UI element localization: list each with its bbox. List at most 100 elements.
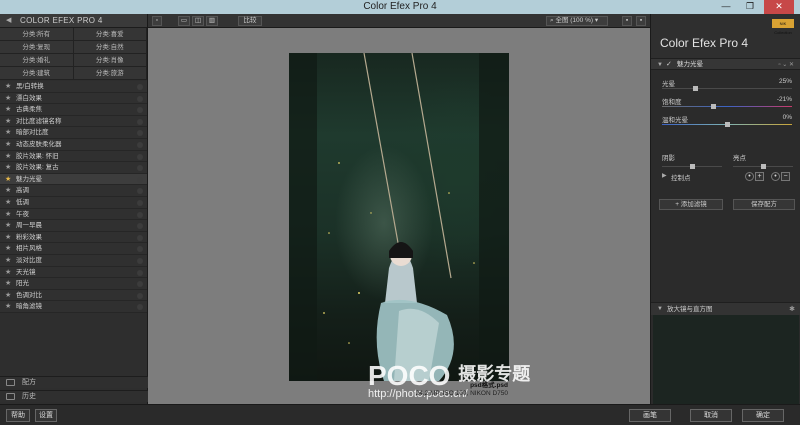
close-button[interactable]: ✕ bbox=[764, 0, 794, 14]
preview-eye-icon[interactable] bbox=[137, 153, 143, 160]
favorite-star-icon[interactable]: ★ bbox=[5, 104, 11, 116]
filter-item[interactable]: ★ 古典柔焦 bbox=[0, 104, 147, 116]
filter-item[interactable]: ★ 相片风格 bbox=[0, 243, 147, 255]
section-tools-icon[interactable]: ▫ ⌄ ✕ bbox=[778, 59, 794, 71]
settings-button[interactable]: 设置 bbox=[35, 409, 57, 422]
save-recipe-button[interactable]: 保存配方 bbox=[733, 199, 795, 210]
split-view-icon[interactable]: ◫ bbox=[192, 16, 204, 26]
favorite-star-icon[interactable]: ★ bbox=[5, 267, 11, 279]
favorite-star-icon[interactable]: ★ bbox=[5, 220, 11, 232]
category-portrait[interactable]: 分类:肖像 bbox=[73, 54, 147, 67]
brush-button[interactable]: 画笔 bbox=[629, 409, 671, 422]
filter-item[interactable]: ★ 天光镜 bbox=[0, 266, 147, 279]
preview-eye-icon[interactable] bbox=[137, 141, 143, 148]
preview-eye-icon[interactable] bbox=[137, 269, 143, 276]
recipes-section[interactable]: 配方 bbox=[0, 376, 148, 388]
filter-item[interactable]: ★ 胶片效果: 复古 bbox=[0, 162, 147, 174]
preview-eye-icon[interactable] bbox=[137, 211, 143, 218]
preview-eye-icon[interactable] bbox=[137, 246, 143, 253]
highlights-control[interactable]: 亮点 bbox=[733, 152, 793, 169]
add-negative-point-icon[interactable]: • bbox=[771, 172, 780, 181]
slider-track[interactable] bbox=[662, 104, 792, 109]
preview-eye-icon[interactable] bbox=[137, 188, 143, 195]
single-view-icon[interactable]: ▭ bbox=[178, 16, 190, 26]
preview-eye-icon[interactable] bbox=[137, 130, 143, 137]
cancel-button[interactable]: 取消 bbox=[690, 409, 732, 422]
preview-eye-icon[interactable] bbox=[137, 84, 143, 90]
preview-eye-icon[interactable] bbox=[137, 118, 143, 125]
filter-item[interactable]: ★ 暗角滤镜 bbox=[0, 301, 147, 313]
category-favorites[interactable]: 分类:复现 bbox=[0, 41, 74, 54]
filter-item[interactable]: ★ 魅力光晕 bbox=[0, 173, 147, 186]
preview-eye-icon[interactable] bbox=[137, 292, 143, 299]
favorite-star-icon[interactable]: ★ bbox=[5, 243, 11, 255]
favorite-star-icon[interactable]: ★ bbox=[5, 278, 11, 290]
slider-knob[interactable] bbox=[692, 86, 698, 91]
maximize-button[interactable]: ❐ bbox=[740, 0, 760, 14]
panel-header[interactable]: ◀ COLOR EFEX PRO 4 bbox=[0, 14, 147, 28]
toggle-panel-icon[interactable]: ▫ bbox=[152, 16, 162, 26]
filter-item[interactable]: ★ 淡对比度 bbox=[0, 254, 147, 267]
preview-eye-icon[interactable] bbox=[137, 234, 143, 241]
preview-eye-icon[interactable] bbox=[137, 165, 143, 172]
compare-button[interactable]: 比较 bbox=[238, 16, 262, 26]
favorite-star-icon[interactable]: ★ bbox=[5, 185, 11, 197]
help-button[interactable]: 帮助 bbox=[6, 409, 30, 422]
favorite-star-icon[interactable]: ★ bbox=[5, 116, 11, 128]
background-white-icon[interactable]: ▪ bbox=[622, 16, 632, 26]
add-positive-point-icon[interactable]: • bbox=[745, 172, 754, 181]
slider-track[interactable] bbox=[662, 86, 792, 91]
category-wedding[interactable]: 分类:婚礼 bbox=[0, 54, 74, 67]
filter-item[interactable]: ★ 粉彩效果 bbox=[0, 231, 147, 244]
favorite-star-icon[interactable]: ★ bbox=[5, 93, 11, 105]
favorite-star-icon[interactable]: ★ bbox=[5, 209, 11, 221]
filter-item[interactable]: ★ 黑/白转换 bbox=[0, 81, 147, 93]
filter-item[interactable]: ★ 动态皮肤柔化器 bbox=[0, 138, 147, 151]
preview-eye-icon[interactable] bbox=[137, 107, 143, 114]
category-all-alt[interactable]: 分类:喜爱 bbox=[73, 28, 147, 41]
side-by-side-view-icon[interactable]: ▥ bbox=[206, 16, 218, 26]
preview-eye-icon[interactable] bbox=[137, 223, 143, 230]
favorite-star-icon[interactable]: ★ bbox=[5, 232, 11, 244]
category-travel[interactable]: 分类:旅游 bbox=[73, 67, 147, 80]
ok-button[interactable]: 确定 bbox=[742, 409, 784, 422]
favorite-star-icon[interactable]: ★ bbox=[5, 197, 11, 209]
remove-point-minus-icon[interactable]: − bbox=[781, 172, 790, 181]
highlights-knob[interactable] bbox=[761, 164, 766, 169]
filter-item[interactable]: ★ 高调 bbox=[0, 185, 147, 197]
favorite-star-icon[interactable]: ★ bbox=[5, 127, 11, 139]
category-all[interactable]: 分类:所有 bbox=[0, 28, 74, 41]
expand-triangle-icon[interactable]: ▶ bbox=[662, 172, 667, 179]
favorite-star-icon[interactable]: ★ bbox=[5, 139, 11, 151]
favorite-star-icon[interactable]: ★ bbox=[5, 151, 11, 163]
preview-eye-icon[interactable] bbox=[137, 281, 143, 288]
slider-knob[interactable] bbox=[710, 104, 716, 109]
filter-item[interactable]: ★ 阳光 bbox=[0, 278, 147, 290]
shadows-control[interactable]: 阴影 bbox=[662, 152, 722, 169]
category-architecture[interactable]: 分类:建筑 bbox=[0, 67, 74, 80]
favorite-star-icon[interactable]: ★ bbox=[5, 301, 11, 313]
zoom-select[interactable]: ⌕ 全图 (100 %) ▾ bbox=[546, 16, 608, 26]
slider-knob[interactable] bbox=[725, 122, 730, 127]
filter-item[interactable]: ★ 午夜 bbox=[0, 208, 147, 221]
preview-eye-icon[interactable] bbox=[137, 257, 143, 264]
preview-eye-icon[interactable] bbox=[137, 199, 143, 206]
filter-item[interactable]: ★ 暗部对比度 bbox=[0, 127, 147, 139]
filter-item[interactable]: ★ 胶片效果: 怀旧 bbox=[0, 150, 147, 163]
add-filter-button[interactable]: + 添加滤镜 bbox=[659, 199, 723, 210]
filter-item[interactable]: ★ 周一早晨 bbox=[0, 220, 147, 232]
favorite-star-icon[interactable]: ★ bbox=[5, 162, 11, 174]
filter-item[interactable]: ★ 色调对比 bbox=[0, 289, 147, 302]
favorite-star-icon[interactable]: ★ bbox=[5, 174, 11, 186]
slider-track[interactable] bbox=[662, 122, 792, 127]
history-section[interactable]: 历史 bbox=[0, 390, 148, 402]
filter-section-header[interactable]: ▼ ✓ 魅力光晕 ▫ ⌄ ✕ bbox=[651, 58, 800, 70]
collapse-triangle-icon[interactable]: ▼ bbox=[657, 59, 663, 71]
loupe-histogram-header[interactable]: ▼ 放大镜与直方图 ✱ bbox=[651, 302, 800, 315]
preview-eye-icon[interactable] bbox=[137, 176, 143, 183]
add-point-plus-icon[interactable]: + bbox=[755, 172, 764, 181]
filter-item[interactable]: ★ 低调 bbox=[0, 196, 147, 209]
filter-item[interactable]: ★ 对比度滤镜名称 bbox=[0, 115, 147, 128]
preview-eye-icon[interactable] bbox=[137, 304, 143, 311]
category-nature[interactable]: 分类:自然 bbox=[73, 41, 147, 54]
